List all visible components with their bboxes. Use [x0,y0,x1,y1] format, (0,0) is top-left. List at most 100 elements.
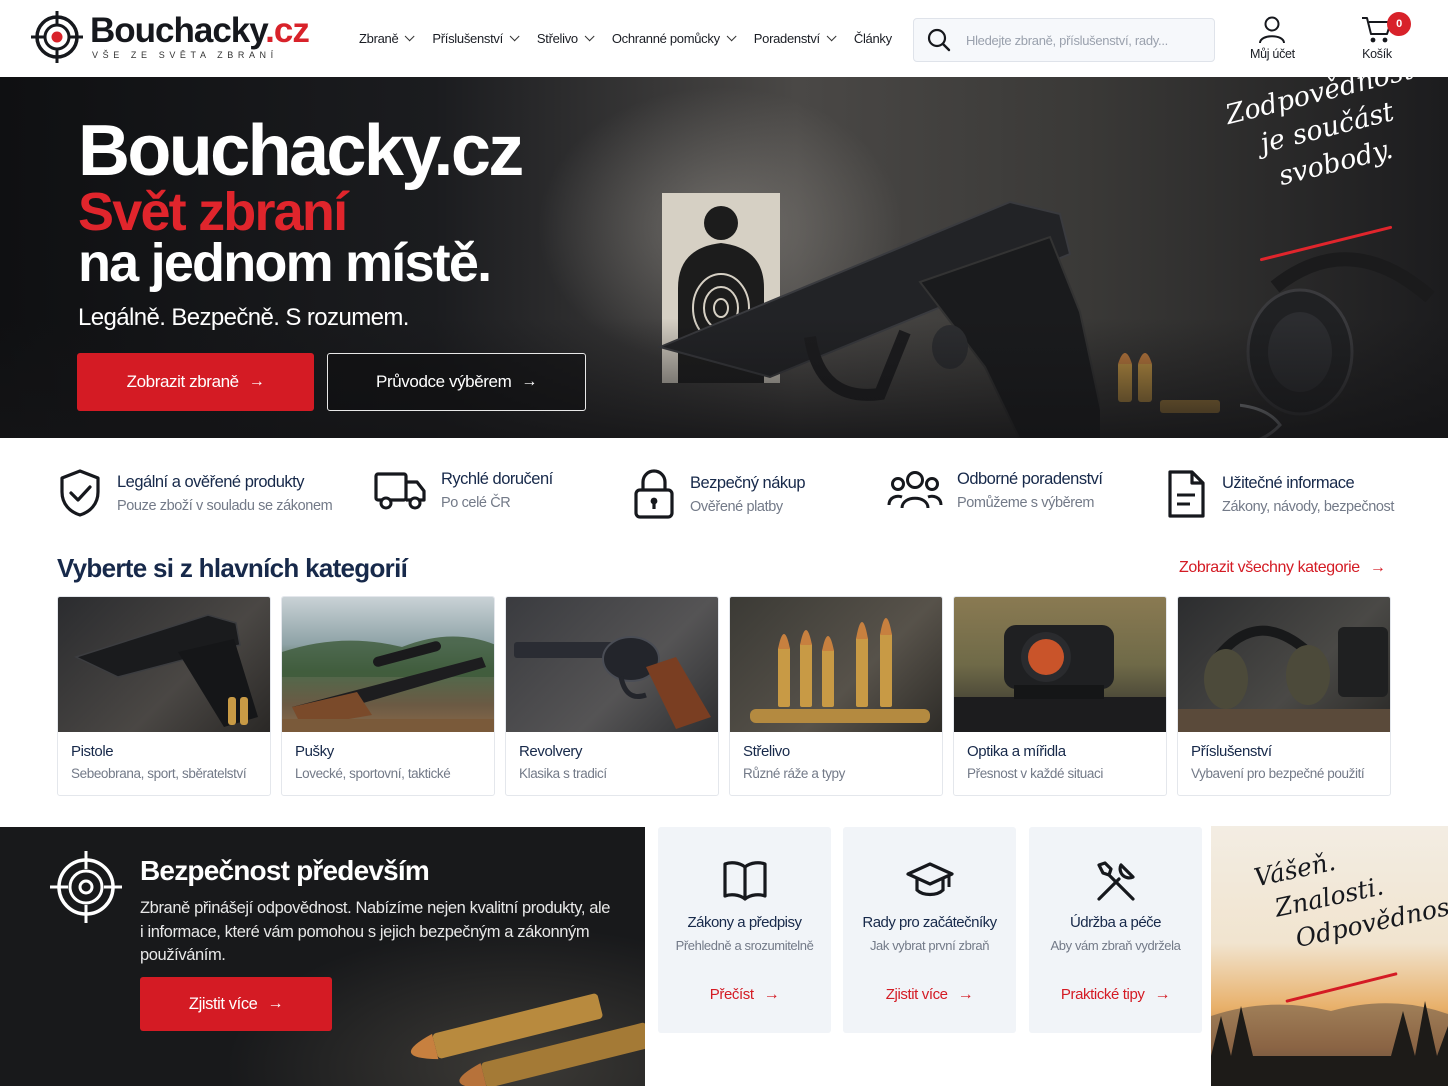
category-description: Různé ráže a typy [743,766,846,781]
chevron-down-icon [826,31,837,42]
arrow-right-icon: → [1369,559,1386,576]
crosshair-icon [50,851,122,923]
site-header: Bouchacky.cz VŠE ZE SVĚTA ZBRANÍ Zbraně … [0,0,1448,77]
category-name: Pušky [295,743,334,760]
main-nav: Zbraně Příslušenství Střelivo Ochranné p… [359,31,913,46]
safety-title: Bezpečnost především [140,855,430,886]
category-name: Revolvery [519,743,583,760]
info-card-link[interactable]: Zjistit více → [843,986,1016,1004]
info-card-subtitle: Aby vám zbraň vydržela [1050,938,1181,953]
nav-item-ochranne-pomucky[interactable]: Ochranné pomůcky [612,31,737,46]
category-card-pistole[interactable]: Pistole Sebeobrana, sport, sběratelství [57,596,271,796]
show-weapons-button[interactable]: Zobrazit zbraně → [77,353,314,411]
rifle-category-image [282,597,494,732]
logo-tagline: VŠE ZE SVĚTA ZBRANÍ [92,50,278,60]
nav-item-poradenstvi[interactable]: Poradenství [754,31,837,46]
chevron-down-icon [405,31,415,42]
nav-item-clanky[interactable]: Články [854,31,892,46]
arrow-right-icon: → [521,373,537,390]
category-card-strelivo[interactable]: Střelivo Různé ráže a typy [729,596,943,796]
arrow-right-icon: → [267,995,284,1012]
selection-guide-button[interactable]: Průvodce výběrem → [327,353,586,411]
hero-subtitle-red: Svět zbraní [78,182,348,242]
info-card-subtitle: Jak vybrat první zbraň [869,938,990,953]
info-card-beginners[interactable]: Rady pro začátečníky Jak vybrat první zb… [843,827,1016,1033]
feature-subtitle: Pomůžeme s výběrem [957,494,1095,511]
category-name: Příslušenství [1191,743,1272,760]
category-description: Sebeobrana, sport, sběratelství [71,766,247,781]
feature-title: Odborné poradenství [957,469,1103,488]
nav-item-prislusenstvi[interactable]: Příslušenství [432,31,520,46]
chevron-down-icon [726,31,737,42]
user-icon [1259,16,1286,44]
feature-legal: Legální a ověřené produkty Pouze zboží v… [57,468,333,518]
sunset-quote-text: Vášeň. Znalosti. Odpovědnost. [1251,846,1448,954]
logo-wordmark: Bouchacky.cz [90,11,310,50]
site-logo[interactable]: Bouchacky.cz VŠE ZE SVĚTA ZBRANÍ [30,10,310,64]
feature-title: Legální a ověřené produkty [117,472,304,491]
sunset-quote-banner: Vášeň. Znalosti. Odpovědnost. [1211,826,1448,1086]
cart-button[interactable]: 0 Košík [1360,12,1411,61]
category-name: Střelivo [743,743,790,760]
account-button[interactable]: Můj účet [1250,14,1295,61]
safety-banner: Bezpečnost především Zbraně přinášejí od… [0,827,645,1086]
category-card-prislusenstvi[interactable]: Příslušenství Vybavení pro bezpečné použ… [1177,596,1391,796]
category-description: Přesnost v každé situaci [967,766,1103,781]
shield-check-icon [60,469,100,517]
feature-title: Rychlé doručení [441,469,553,488]
nav-item-strelivo[interactable]: Střelivo [537,31,595,46]
cart-count-badge: 0 [1387,12,1411,36]
pistol-category-image [58,597,270,732]
account-label: Můj účet [1250,47,1295,61]
feature-title: Bezpečný nákup [690,473,806,492]
hero-subtitle-white: na jednom místě. [78,233,492,293]
cart-label: Košík [1362,47,1392,61]
feature-useful-info: Užitečné informace Zákony, návody, bezpe… [1164,468,1394,520]
book-icon [722,861,767,901]
info-card-subtitle: Přehledně a srozumitelně [675,938,814,953]
info-card-title: Zákony a předpisy [687,914,802,931]
features-bar: Legální a ověřené produkty Pouze zboží v… [0,438,1448,548]
feature-subtitle: Zákony, návody, bezpečnost [1222,498,1395,515]
info-card-title: Údržba a péče [1069,914,1162,931]
feature-subtitle: Po celé ČR [441,494,511,511]
lock-icon [634,469,674,519]
tools-icon [1096,861,1135,901]
bullets-image [410,993,645,1086]
category-description: Lovecké, sportovní, taktické [295,766,451,781]
users-icon [887,471,943,509]
info-card-link[interactable]: Praktické tipy → [1029,986,1202,1004]
feature-delivery: Rychlé doručení Po celé ČR [373,468,553,512]
info-cards: Zákony a předpisy Přehledně a srozumitel… [645,827,1211,1086]
category-card-revolvery[interactable]: Revolvery Klasika s tradicí [505,596,719,796]
category-card-optika[interactable]: Optika a mířidla Přesnost v každé situac… [953,596,1167,796]
forest-silhouette-image [1211,1001,1448,1086]
nav-item-zbrane[interactable]: Zbraně [359,31,415,46]
chevron-down-icon [584,31,595,42]
category-card-pusky[interactable]: Pušky Lovecké, sportovní, taktické [281,596,495,796]
view-all-categories-link[interactable]: Zobrazit všechny kategorie → [1179,559,1386,577]
learn-more-button[interactable]: Zjistit více → [140,977,332,1031]
feature-advice: Odborné poradenství Pomůžeme s výběrem [887,468,1103,512]
search-icon[interactable] [926,27,952,53]
search-input[interactable] [966,32,1206,48]
info-card-link[interactable]: Přečíst → [658,986,831,1004]
info-card-laws[interactable]: Zákony a předpisy Přehledně a srozumitel… [658,827,831,1033]
graduation-cap-icon [905,862,954,897]
hero-banner: Bouchacky.cz Svět zbraní na jednom místě… [0,77,1448,438]
arrow-right-icon: → [763,986,780,1003]
feature-title: Užitečné informace [1222,473,1355,492]
category-name: Pistole [71,743,114,760]
category-description: Vybavení pro bezpečné použití [1191,766,1365,781]
arrow-right-icon: → [1154,986,1171,1003]
info-card-maintenance[interactable]: Údržba a péče Aby vám zbraň vydržela Pra… [1029,827,1202,1033]
category-name: Optika a mířidla [967,743,1066,760]
document-icon [1168,470,1205,518]
hero-tagline: Legálně. Bezpečně. S rozumem. [78,304,409,331]
category-description: Klasika s tradicí [519,766,607,781]
crosshair-logo-icon [31,11,83,63]
truck-icon [374,472,426,510]
feature-subtitle: Ověřené platby [690,498,783,515]
hero-quote: Zodpovědnost je součást svobody. [1222,77,1417,192]
categories-heading: Vyberte si z hlavních kategorií [57,553,408,583]
